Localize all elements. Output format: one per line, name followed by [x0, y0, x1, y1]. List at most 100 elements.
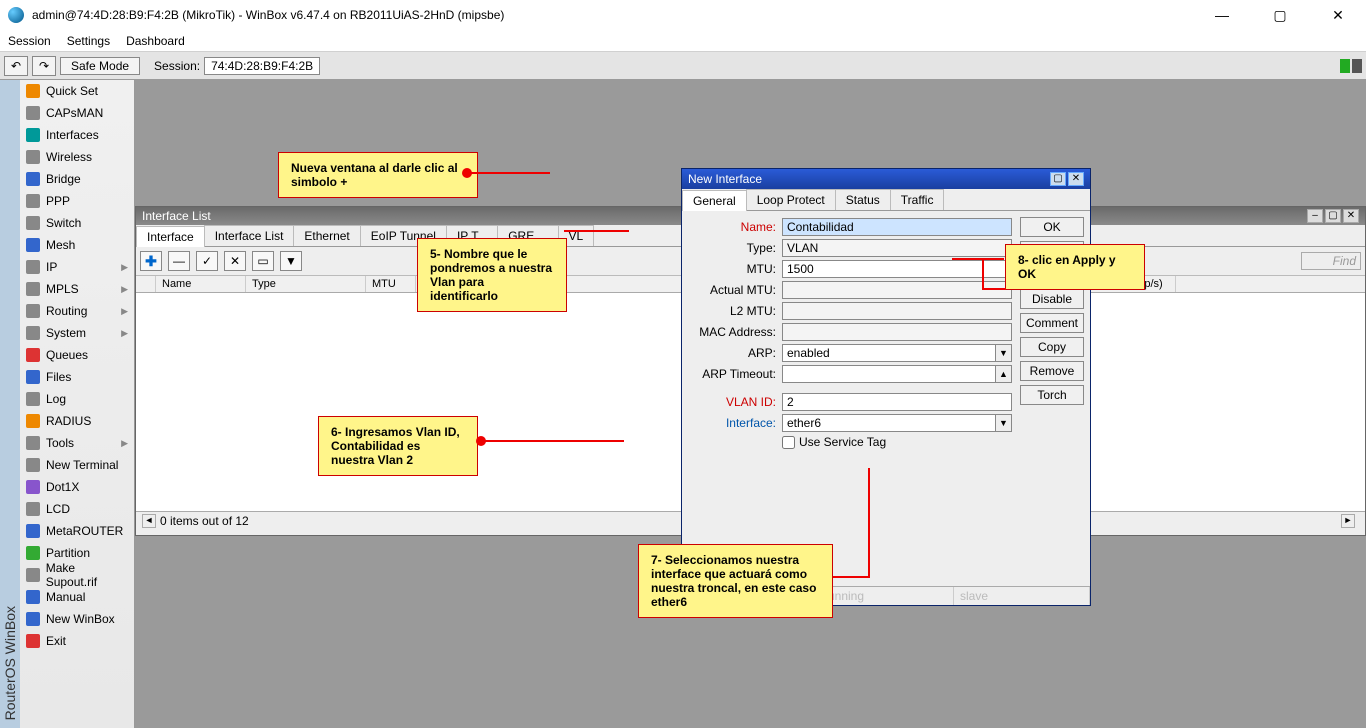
sidebar-item-radius[interactable]: RADIUS: [20, 410, 134, 432]
sidebar-item-lcd[interactable]: LCD: [20, 498, 134, 520]
torch-button[interactable]: Torch: [1020, 385, 1084, 405]
actual-mtu-label: Actual MTU:: [690, 283, 776, 297]
mtu-input[interactable]: [782, 260, 1012, 278]
add-button[interactable]: ✚: [140, 251, 162, 271]
find-input[interactable]: Find: [1301, 252, 1361, 270]
disable-button[interactable]: ✕: [224, 251, 246, 271]
arp-label: ARP:: [690, 346, 776, 360]
remove-button[interactable]: —: [168, 251, 190, 271]
iflist-tab-interface-list[interactable]: Interface List: [204, 225, 295, 246]
iflist-tab-interface[interactable]: Interface: [136, 226, 205, 247]
column-header[interactable]: Name: [156, 276, 246, 292]
sidebar-item-new-terminal[interactable]: New Terminal: [20, 454, 134, 476]
use-service-tag-checkbox[interactable]: [782, 436, 795, 449]
sidebar-item-quick-set[interactable]: Quick Set: [20, 80, 134, 102]
sidebar-item-exit[interactable]: Exit: [20, 630, 134, 652]
sidebar-icon: [26, 260, 40, 274]
sidebar-icon: [26, 106, 40, 120]
interface-dropdown-icon[interactable]: ▼: [996, 414, 1012, 432]
sidebar-icon: [26, 128, 40, 142]
interface-list-title: Interface List: [142, 209, 211, 223]
sidebar-item-wireless[interactable]: Wireless: [20, 146, 134, 168]
menu-settings[interactable]: Settings: [67, 34, 110, 48]
menu-dashboard[interactable]: Dashboard: [126, 34, 185, 48]
sidebar-item-new-winbox[interactable]: New WinBox: [20, 608, 134, 630]
dlg-min-button[interactable]: ▢: [1050, 172, 1066, 186]
sidebar-icon: [26, 84, 40, 98]
sidebar-item-log[interactable]: Log: [20, 388, 134, 410]
sidebar-item-ip[interactable]: IP▶: [20, 256, 134, 278]
tab-general[interactable]: General: [682, 190, 747, 211]
name-input[interactable]: [782, 218, 1012, 236]
sidebar-item-routing[interactable]: Routing▶: [20, 300, 134, 322]
tab-traffic[interactable]: Traffic: [890, 189, 945, 210]
menubar: Session Settings Dashboard: [0, 30, 1366, 52]
close-button[interactable]: ✕: [1318, 7, 1358, 24]
sidebar-icon: [26, 150, 40, 164]
sidebar-item-queues[interactable]: Queues: [20, 344, 134, 366]
dlg-close-button[interactable]: ✕: [1068, 172, 1084, 186]
enable-button[interactable]: ✓: [196, 251, 218, 271]
sidebar-icon: [26, 348, 40, 362]
actual-mtu-input: [782, 281, 1012, 299]
sidebar-item-system[interactable]: System▶: [20, 322, 134, 344]
redo-button[interactable]: ↷: [32, 56, 56, 76]
sidebar-item-bridge[interactable]: Bridge: [20, 168, 134, 190]
callout-3: 6- Ingresamos Vlan ID, Contabilidad es n…: [318, 416, 478, 476]
comment-button[interactable]: Comment: [1020, 313, 1084, 333]
mac-input: [782, 323, 1012, 341]
sidebar-icon: [26, 612, 40, 626]
sidebar-item-make-supout-rif[interactable]: Make Supout.rif: [20, 564, 134, 586]
sidebar-item-tools[interactable]: Tools▶: [20, 432, 134, 454]
column-header[interactable]: Type: [246, 276, 366, 292]
sidebar-item-mpls[interactable]: MPLS▶: [20, 278, 134, 300]
sidebar-item-metarouter[interactable]: MetaROUTER: [20, 520, 134, 542]
iflist-tab-ethernet[interactable]: Ethernet: [293, 225, 360, 246]
callout-5-line1: [952, 258, 1004, 260]
dialog-titlebar[interactable]: New Interface ▢ ✕: [682, 169, 1090, 189]
column-header[interactable]: MTU: [366, 276, 416, 292]
vlan-id-input[interactable]: [782, 393, 1012, 411]
sidebar-item-ppp[interactable]: PPP: [20, 190, 134, 212]
column-header[interactable]: [136, 276, 156, 292]
sidebar-icon: [26, 568, 40, 582]
copy-button[interactable]: Copy: [1020, 337, 1084, 357]
iflist-max-button[interactable]: ▢: [1325, 209, 1341, 223]
remove-button[interactable]: Remove: [1020, 361, 1084, 381]
minimize-button[interactable]: —: [1202, 7, 1242, 24]
sidebar-item-mesh[interactable]: Mesh: [20, 234, 134, 256]
safemode-button[interactable]: Safe Mode: [60, 57, 140, 75]
sidebar-item-capsman[interactable]: CAPsMAN: [20, 102, 134, 124]
sidebar-item-dot1x[interactable]: Dot1X: [20, 476, 134, 498]
disable-button[interactable]: Disable: [1020, 289, 1084, 309]
status-led-gray: [1352, 59, 1362, 73]
callout-3-line: [484, 440, 624, 442]
sidebar-icon: [26, 370, 40, 384]
tab-loop-protect[interactable]: Loop Protect: [746, 189, 836, 210]
arp-timeout-input[interactable]: [782, 365, 996, 383]
maximize-button[interactable]: ▢: [1260, 7, 1300, 24]
sidebar-item-interfaces[interactable]: Interfaces: [20, 124, 134, 146]
arp-dropdown-icon[interactable]: ▼: [996, 344, 1012, 362]
menu-session[interactable]: Session: [8, 34, 51, 48]
callout-2-line: [564, 230, 629, 232]
window-title: admin@74:4D:28:B9:F4:2B (MikroTik) - Win…: [32, 8, 1202, 22]
callout-1-line: [470, 172, 550, 174]
comment-button[interactable]: ▭: [252, 251, 274, 271]
iflist-min-button[interactable]: –: [1307, 209, 1323, 223]
filter-button[interactable]: ▼: [280, 251, 302, 271]
ok-button[interactable]: OK: [1020, 217, 1084, 237]
iflist-close-button[interactable]: ✕: [1343, 209, 1359, 223]
window-controls: — ▢ ✕: [1202, 7, 1358, 24]
interface-select[interactable]: [782, 414, 996, 432]
sidebar-item-files[interactable]: Files: [20, 366, 134, 388]
tab-status[interactable]: Status: [835, 189, 891, 210]
arp-select[interactable]: [782, 344, 996, 362]
sidebar-item-switch[interactable]: Switch: [20, 212, 134, 234]
scroll-left-icon[interactable]: ◄: [142, 514, 156, 528]
scroll-right-icon[interactable]: ►: [1341, 514, 1355, 528]
session-value: 74:4D:28:B9:F4:2B: [204, 57, 320, 75]
sidebar-item-manual[interactable]: Manual: [20, 586, 134, 608]
undo-button[interactable]: ↶: [4, 56, 28, 76]
arp-timeout-expand-icon[interactable]: ▲: [996, 365, 1012, 383]
